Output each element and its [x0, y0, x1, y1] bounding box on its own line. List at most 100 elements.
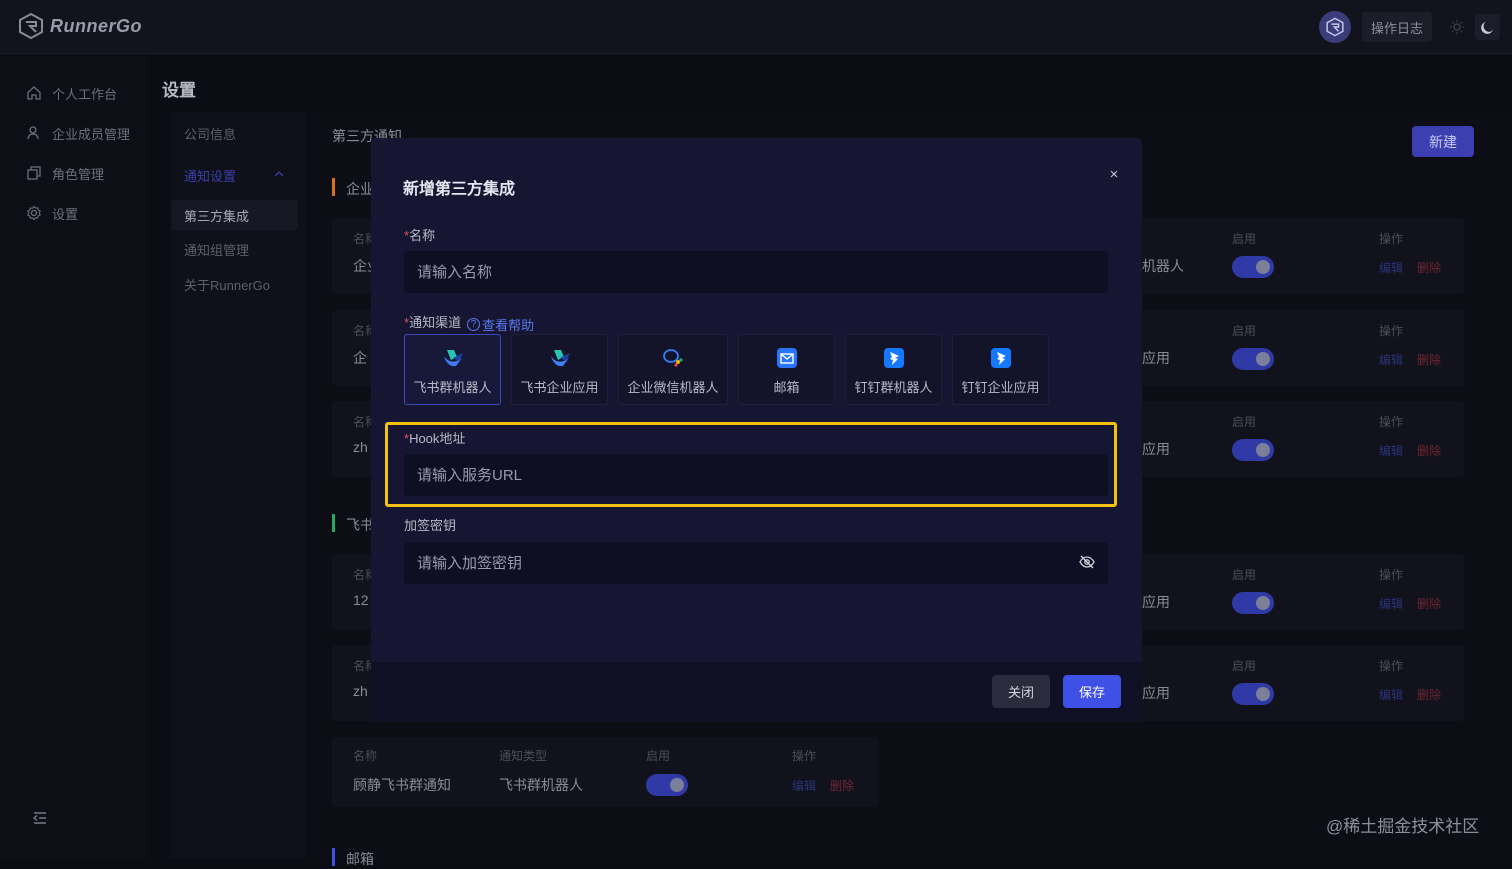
home-icon [27, 86, 41, 100]
top-bar: RunnerGo 操作日志 [0, 0, 1512, 54]
subnav-item-company[interactable]: 公司信息 [184, 118, 236, 148]
dingtalk-icon [990, 347, 1012, 369]
copy-icon [27, 166, 41, 180]
section-marker [332, 178, 335, 196]
col-header-enabled: 启用 [1232, 659, 1257, 673]
col-header-enabled: 启用 [1232, 232, 1257, 246]
channel-email[interactable]: 邮箱 [738, 334, 835, 405]
cell-type: 应用 [1142, 685, 1170, 701]
page-title: 设置 [162, 81, 196, 100]
edit-link[interactable]: 编辑 [792, 777, 816, 794]
help-link[interactable]: ? 查看帮助 [467, 315, 534, 334]
close-icon[interactable]: × [1107, 167, 1121, 182]
sidebar-item-label: 角色管理 [52, 166, 105, 182]
subnav-item-about[interactable]: 关于RunnerGo [184, 269, 270, 299]
channel-label: 钉钉企业应用 [961, 380, 1040, 395]
cell-name: 企 [353, 350, 367, 366]
channel-dingtalk-bot[interactable]: 钉钉群机器人 [845, 334, 942, 405]
col-header-actions: 操作 [1379, 568, 1404, 582]
subnav-item-third-party[interactable]: 第三方集成 [172, 200, 298, 230]
cell-name: zh [353, 683, 368, 699]
sidebar-item-label: 企业成员管理 [52, 126, 131, 142]
col-header-name: 名称 [353, 749, 378, 763]
sun-icon[interactable] [1444, 14, 1469, 40]
section-label: 邮箱 [346, 851, 374, 867]
avatar[interactable] [1319, 11, 1351, 43]
name-label: *名称 [404, 228, 436, 243]
app-name: RunnerGo [50, 15, 142, 36]
cell-type: 飞书群机器人 [499, 777, 583, 793]
edit-link[interactable]: 编辑 [1379, 442, 1403, 459]
gear-icon [27, 205, 41, 221]
feishu-icon [442, 347, 464, 369]
edit-link[interactable]: 编辑 [1379, 259, 1403, 276]
hook-field-highlight [385, 422, 1117, 507]
cell-type: 机器人 [1142, 258, 1184, 274]
channel-label: 邮箱 [773, 380, 800, 395]
enabled-toggle[interactable] [1232, 683, 1274, 705]
edit-link[interactable]: 编辑 [1379, 686, 1403, 703]
sidebar-item-label: 设置 [52, 206, 79, 222]
subnav-item-notify-groups[interactable]: 通知组管理 [184, 234, 249, 264]
channel-dingtalk-app[interactable]: 钉钉企业应用 [952, 334, 1049, 405]
delete-link[interactable]: 删除 [1417, 351, 1441, 368]
channel-wecom-bot[interactable]: 企业微信机器人 [618, 334, 728, 405]
moon-icon[interactable] [1475, 14, 1500, 40]
theme-toggle[interactable] [1444, 12, 1500, 42]
enabled-toggle[interactable] [1232, 439, 1274, 461]
channel-label: 飞书企业应用 [520, 380, 599, 395]
app-logo[interactable]: RunnerGo [18, 12, 142, 40]
secret-input[interactable] [404, 542, 1108, 584]
delete-link[interactable]: 删除 [1417, 595, 1441, 612]
channel-label: 钉钉群机器人 [854, 380, 933, 395]
save-button[interactable]: 保存 [1063, 675, 1121, 708]
secret-label: 加签密钥 [404, 518, 457, 533]
cell-type: 应用 [1142, 441, 1170, 457]
sidebar: 个人工作台 企业成员管理 角色管理 设置 [0, 54, 148, 858]
enabled-toggle[interactable] [646, 774, 688, 796]
cell-type: 应用 [1142, 350, 1170, 366]
cell-name: 顾静飞书群通知 [353, 777, 451, 793]
channel-feishu-bot[interactable]: 飞书群机器人 [404, 334, 501, 405]
operation-log-button[interactable]: 操作日志 [1362, 12, 1432, 42]
col-header-type: 通知类型 [499, 749, 548, 763]
edit-link[interactable]: 编辑 [1379, 595, 1403, 612]
delete-link[interactable]: 删除 [1417, 259, 1441, 276]
enabled-toggle[interactable] [1232, 592, 1274, 614]
wecom-icon [662, 347, 684, 369]
feishu-icon [549, 347, 571, 369]
delete-link[interactable]: 删除 [830, 777, 854, 794]
subnav-item-notify-settings[interactable]: 通知设置 [184, 160, 236, 190]
col-header-enabled: 启用 [1232, 324, 1257, 338]
enabled-toggle[interactable] [1232, 256, 1274, 278]
sidebar-item-settings[interactable]: 设置 [26, 201, 78, 225]
new-button[interactable]: 新建 [1412, 126, 1474, 157]
col-header-actions: 操作 [792, 749, 817, 763]
channel-feishu-app[interactable]: 飞书企业应用 [511, 334, 608, 405]
chevron-up-icon[interactable] [274, 170, 284, 178]
col-header-actions: 操作 [1379, 232, 1404, 246]
cell-name: zh [353, 439, 368, 455]
delete-link[interactable]: 删除 [1417, 686, 1441, 703]
cell-name: 12 [353, 592, 369, 608]
channel-label: 飞书群机器人 [413, 380, 492, 395]
eye-off-icon[interactable] [1079, 554, 1095, 570]
sidebar-item-members[interactable]: 企业成员管理 [26, 121, 130, 145]
collapse-menu-icon[interactable] [32, 810, 48, 826]
settings-subnav: 公司信息 通知设置 第三方集成 通知组管理 关于RunnerGo [170, 112, 306, 858]
mail-icon [776, 347, 798, 369]
modal-title: 新增第三方集成 [403, 181, 516, 198]
close-button[interactable]: 关闭 [992, 675, 1050, 708]
name-input[interactable] [404, 251, 1108, 293]
sidebar-item-roles[interactable]: 角色管理 [26, 161, 104, 185]
delete-link[interactable]: 删除 [1417, 442, 1441, 459]
col-header-actions: 操作 [1379, 659, 1404, 673]
sidebar-item-workbench[interactable]: 个人工作台 [26, 81, 117, 105]
cell-type: 应用 [1142, 594, 1170, 610]
edit-link[interactable]: 编辑 [1379, 351, 1403, 368]
channel-label: *通知渠道? 查看帮助 [404, 315, 535, 334]
table-row: 名称 通知类型 启用 操作 顾静飞书群通知 飞书群机器人 编辑 删除 [332, 737, 878, 807]
enabled-toggle[interactable] [1232, 348, 1274, 370]
user-icon [27, 126, 39, 140]
col-header-actions: 操作 [1379, 324, 1404, 338]
